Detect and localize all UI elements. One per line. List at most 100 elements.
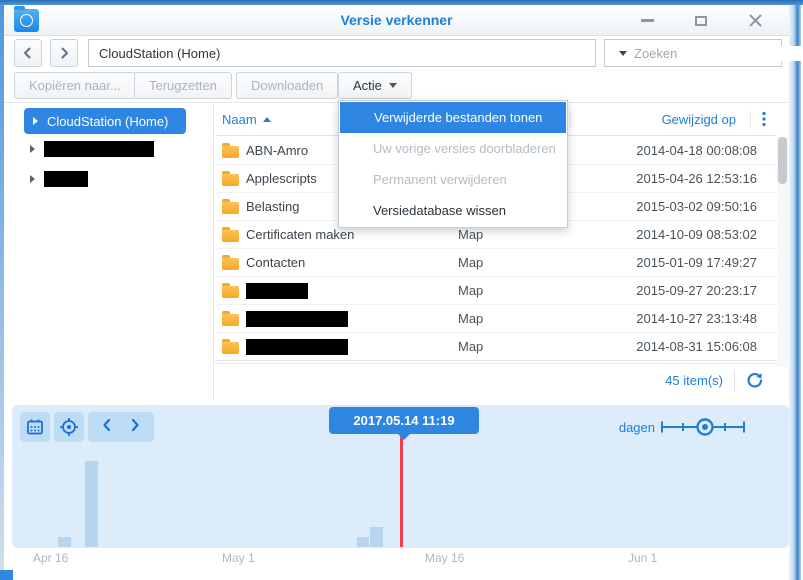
file-name: ABN-Amro [246,143,308,158]
expand-arrow-icon[interactable] [30,145,35,153]
action-dropdown-menu: Verwijderde bestanden tonen Uw vorige ve… [338,100,568,228]
axis-tick-label: Apr 16 [33,551,68,565]
histogram-bar [370,527,383,547]
download-button[interactable]: Downloaden [236,72,338,99]
folder-icon [222,146,239,158]
histogram-bar [85,461,98,547]
chevron-left-icon [21,46,35,60]
column-options-button[interactable] [750,111,777,127]
redacted-file-name [246,283,308,299]
column-header-label: Naam [222,112,257,127]
folder-icon [222,258,239,270]
timeline-marker-tooltip[interactable]: 2017.05.14 11:19 [329,407,479,434]
file-modified: 2015-01-09 17:49:27 [583,255,777,270]
column-header-gewijzigd-op[interactable]: Gewijzigd op [570,112,750,127]
expand-arrow-icon[interactable] [33,117,38,125]
close-button[interactable] [746,12,764,30]
file-type: Map [458,255,583,270]
folder-icon [222,230,239,242]
target-crosshair-icon [59,417,79,437]
table-footer: 45 item(s) [215,363,777,397]
menu-item-clear-version-database[interactable]: Versiedatabase wissen [339,195,567,226]
chevron-right-icon [129,418,141,432]
back-button[interactable] [14,39,42,67]
step-back-button[interactable] [93,418,121,437]
file-modified: 2014-10-27 23:13:48 [583,311,777,326]
file-name: Belasting [246,199,299,214]
minimize-button[interactable] [638,12,656,30]
calendar-icon [26,418,44,436]
window-frame-corner [0,570,13,580]
histogram-bar [58,537,71,547]
redacted-label [44,171,88,187]
sidebar-item-redacted-1[interactable] [30,141,154,157]
titlebar[interactable]: Versie verkenner [4,5,789,36]
footer-divider [734,371,735,391]
version-explorer-window: Versie verkenner [0,0,803,580]
file-type: Map [458,311,583,326]
step-forward-button[interactable] [121,418,149,437]
close-icon [749,14,762,27]
table-row[interactable]: Map 2015-09-27 20:23:17 [215,277,777,305]
forward-button[interactable] [50,39,78,67]
navigation-bar [4,36,789,70]
refresh-button[interactable] [746,372,763,389]
zoom-slider-icon [659,416,747,438]
chevron-left-icon [101,418,113,432]
timeline-panel[interactable]: 2017.05.14 11:19 dagen [12,405,789,548]
histogram-bar [357,537,369,547]
redacted-label [44,141,154,157]
file-type: Map [458,339,583,354]
sidebar-item-redacted-2[interactable] [30,171,88,187]
sort-ascending-icon [263,117,271,122]
folder-icon [222,202,239,214]
item-count: 45 item(s) [665,373,723,388]
filter-dropdown-caret-icon[interactable] [619,51,627,56]
chevron-down-icon [389,83,397,88]
search-input[interactable] [634,46,803,61]
redacted-file-name [246,339,348,355]
restore-button[interactable]: Terugzetten [134,72,232,99]
expand-arrow-icon[interactable] [30,175,35,183]
file-type: Map [458,227,583,242]
action-button-label: Actie [353,78,382,93]
menu-item-permanently-delete[interactable]: Permanent verwijderen [339,164,567,195]
toolbar: Kopiëren naar... Terugzetten Downloaden … [4,70,789,103]
folder-icon [222,174,239,186]
axis-tick-label: Jun 1 [628,551,657,565]
locate-current-version-button[interactable] [54,412,84,442]
table-row[interactable]: Contacten Map 2015-01-09 17:49:27 [215,249,777,277]
sidebar-tree: CloudStation (Home) [4,103,214,400]
file-name: Certificaten maken [246,227,354,242]
scrollbar-thumb[interactable] [778,137,787,184]
file-name: Applescripts [246,171,317,186]
window-frame-right [789,5,801,580]
copy-to-button[interactable]: Kopiëren naar... [14,72,136,99]
file-modified: 2015-09-27 20:23:17 [583,283,777,298]
folder-icon [222,286,239,298]
timeline-unit-label: dagen [619,420,655,435]
file-modified: 2014-08-31 15:06:08 [583,339,777,354]
maximize-button[interactable] [692,12,710,30]
file-modified: 2014-04-18 00:08:08 [583,143,777,158]
redacted-file-name [246,311,348,327]
action-button[interactable]: Actie [338,72,412,99]
timeline-marker-line [400,434,403,547]
menu-item-show-deleted-files[interactable]: Verwijderde bestanden tonen [340,102,566,133]
file-modified: 2015-04-26 12:53:16 [583,171,777,186]
menu-item-browse-previous-versions[interactable]: Uw vorige versies doorbladeren [339,133,567,164]
calendar-button[interactable] [20,412,50,442]
search-box[interactable] [604,39,782,67]
sidebar-item-label: CloudStation (Home) [47,114,168,129]
vertical-scrollbar[interactable] [777,137,788,367]
table-row[interactable]: Map 2014-08-31 15:06:08 [215,333,777,361]
file-modified: 2015-03-02 09:50:16 [583,199,777,214]
zoom-slider[interactable] [659,416,747,443]
timeline-step-buttons [88,412,154,442]
path-input[interactable] [88,39,596,67]
sidebar-item-cloudstation-home[interactable]: CloudStation (Home) [24,108,186,134]
table-row[interactable]: Map 2014-10-27 23:13:48 [215,305,777,333]
folder-icon [222,342,239,354]
vertical-dots-icon [762,111,766,127]
axis-tick-label: May 1 [222,551,255,565]
